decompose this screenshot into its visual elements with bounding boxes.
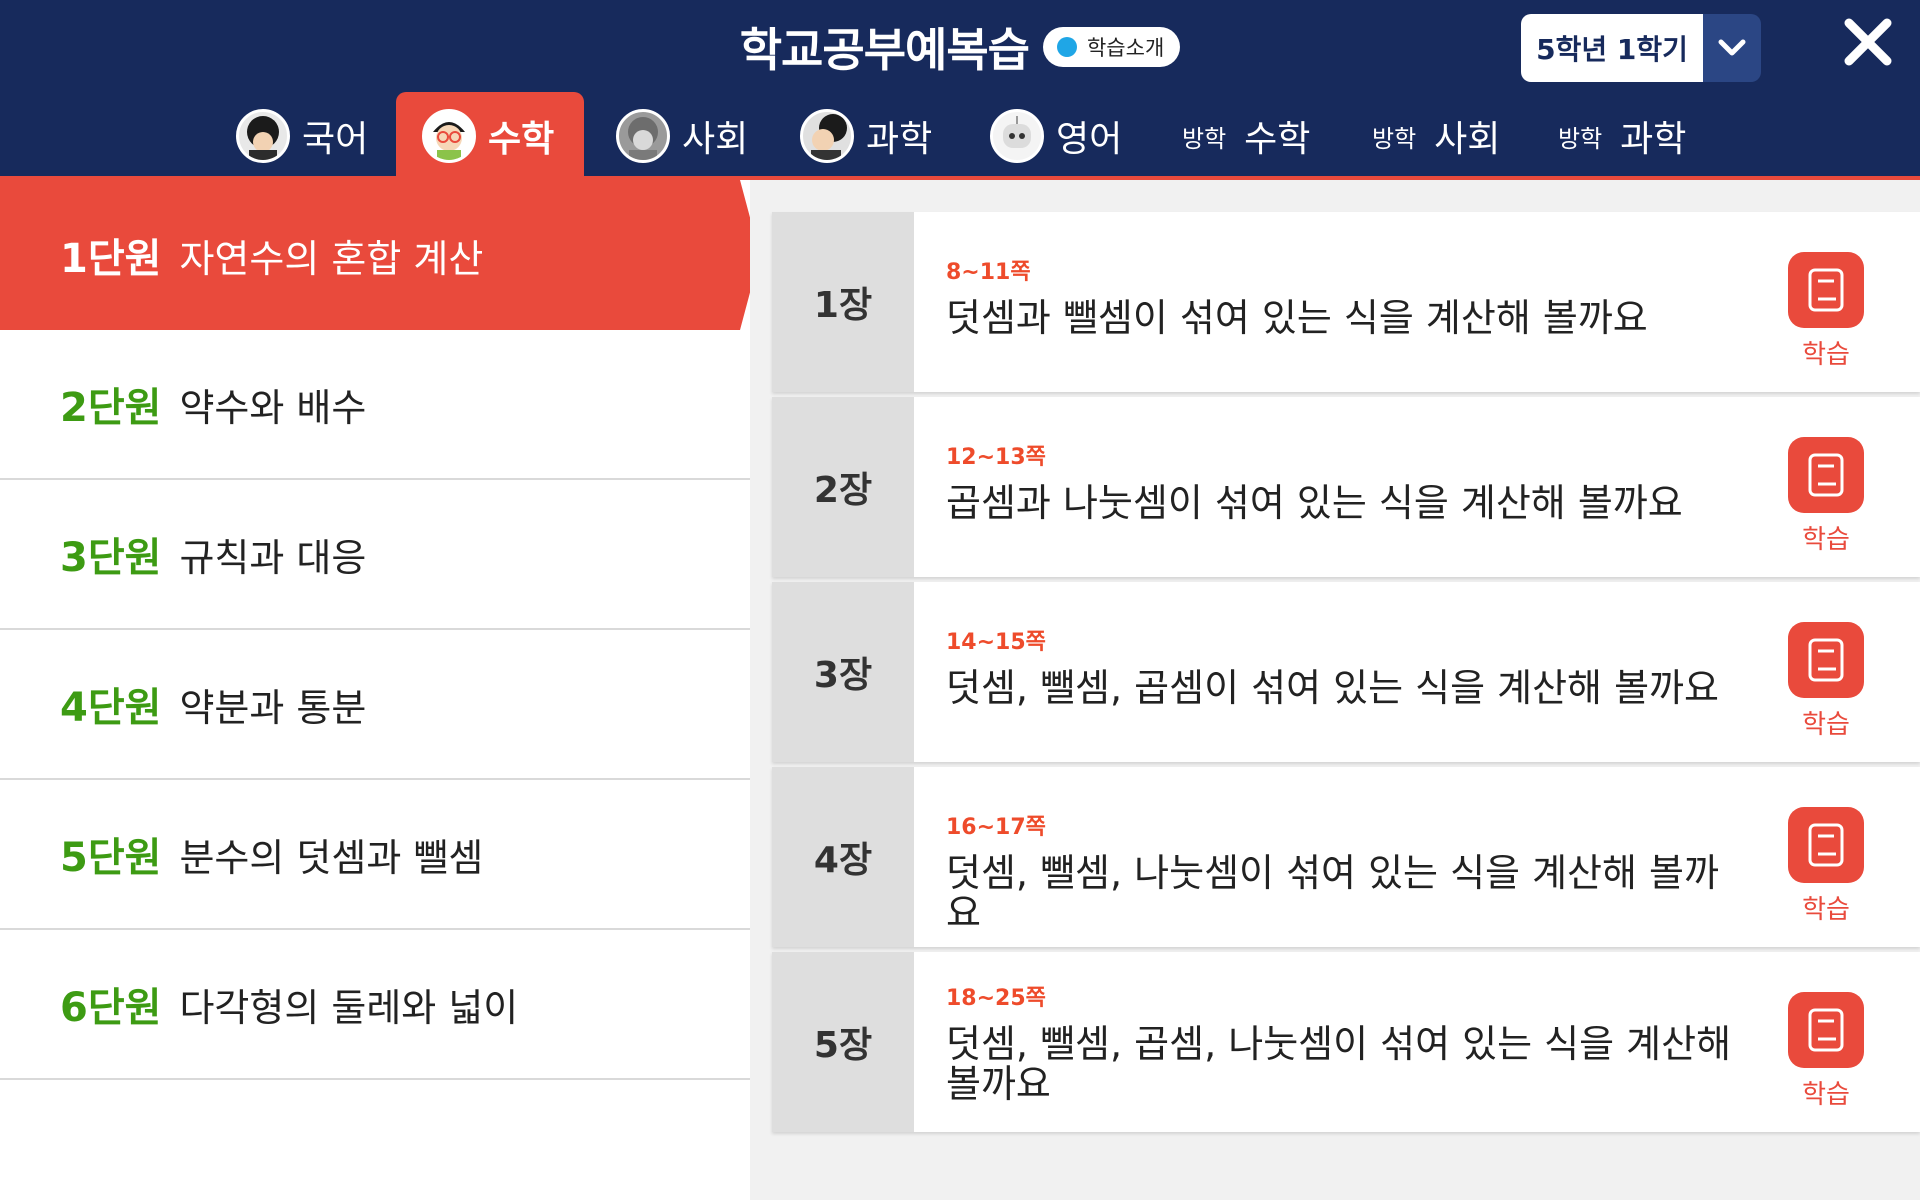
learn-button[interactable]: 학습 [1788,622,1864,741]
learn-button[interactable]: 학습 [1788,437,1864,556]
unit-title: 분수의 덧셈과 뺄셈 [179,835,484,880]
unit-item[interactable]: 5단원 분수의 덧셈과 뺄셈 [0,780,750,930]
unit-title: 규칙과 대응 [179,535,367,580]
chapter-body: 14~15쪽 덧셈, 뺄셈, 곱셈이 섞여 있는 식을 계산해 볼까요 학습 [914,582,1920,762]
unit-number: 5단원 [60,835,162,881]
grade-dropdown[interactable]: 5학년 1학기 [1521,14,1761,82]
unit-item[interactable]: 4단원 약분과 통분 [0,630,750,780]
unit-title: 다각형의 둘레와 넓이 [179,985,519,1030]
unit-number: 3단원 [60,535,162,581]
tab-label: 수학 [488,119,555,160]
learn-label: 학습 [1802,710,1850,740]
curly-avatar-icon [800,109,854,163]
book-icon [1788,437,1864,513]
chapter-pages: 16~17쪽 [946,815,1046,840]
unit-title: 자연수의 혼합 계산 [179,236,484,281]
chapter-number: 1장 [772,212,914,392]
learn-label: 학습 [1802,525,1850,555]
chapter-title: 덧셈, 뺄셈, 곱셈, 나눗셈이 섞여 있는 식을 계산해 볼까요 [946,1022,1732,1106]
tab-vacation-science[interactable]: 방학 과학 [1558,92,1686,180]
close-icon[interactable] [1840,14,1896,70]
chapter-row: 2장 12~13쪽 곱셈과 나눗셈이 섞여 있는 식을 계산해 볼까요 학습 [772,397,1920,577]
learn-label: 학습 [1802,1080,1850,1110]
tab-label: 수학 [1244,119,1311,160]
chapter-number: 5장 [772,952,914,1132]
tab-science[interactable]: 과학 [800,92,932,180]
unit-list: 1단원 자연수의 혼합 계산 2단원 약수와 배수 3단원 규칙과 대응 4단원… [0,180,760,1200]
chapter-body: 16~17쪽 덧셈, 뺄셈, 나눗셈이 섞여 있는 식을 계산해 볼까요 학습 [914,767,1920,947]
tab-label: 영어 [1056,119,1123,160]
top-header: 학교공부예복습 학습소개 5학년 1학기 국어 수학 사회 과학 영어 방학 수… [0,0,1920,180]
book-icon [1788,622,1864,698]
chapter-title: 덧셈과 뺄셈이 섞여 있는 식을 계산해 볼까요 [946,296,1648,340]
tab-korean[interactable]: 국어 [236,92,368,180]
subject-tabs: 국어 수학 사회 과학 영어 방학 수학 방학 사회 방학 과학 [0,92,1920,180]
unit-item[interactable]: 3단원 규칙과 대응 [0,480,750,630]
student-avatar-icon [236,109,290,163]
tab-english[interactable]: 영어 [990,92,1122,180]
glasses-avatar-icon [422,109,476,163]
unit-item[interactable]: 6단원 다각형의 둘레와 넓이 [0,930,750,1080]
chapter-pages: 8~11쪽 [946,260,1031,285]
chapter-row: 1장 8~11쪽 덧셈과 뺄셈이 섞여 있는 식을 계산해 볼까요 학습 [772,212,1920,392]
learn-button[interactable]: 학습 [1788,992,1864,1111]
tab-label: 사회 [682,119,749,160]
unit-item[interactable]: 1단원 자연수의 혼합 계산 [0,180,760,330]
chapter-number: 2장 [772,397,914,577]
tab-label: 과학 [1620,119,1687,160]
unit-number: 4단원 [60,685,162,731]
unit-number: 6단원 [60,985,162,1031]
unit-number: 2단원 [60,385,162,431]
chapter-title: 곱셈과 나눗셈이 섞여 있는 식을 계산해 볼까요 [946,481,1683,525]
learn-button[interactable]: 학습 [1788,252,1864,371]
tab-math[interactable]: 수학 [396,92,584,180]
chapter-number: 3장 [772,582,914,762]
grade-label: 5학년 1학기 [1521,14,1703,82]
chapter-panel: 1장 8~11쪽 덧셈과 뺄셈이 섞여 있는 식을 계산해 볼까요 학습 2장 … [750,180,1920,1200]
chapter-body: 12~13쪽 곱셈과 나눗셈이 섞여 있는 식을 계산해 볼까요 학습 [914,397,1920,577]
robot-avatar-icon [990,109,1044,163]
tab-vacation-social[interactable]: 방학 사회 [1372,92,1500,180]
chapter-pages: 14~15쪽 [946,630,1046,655]
intro-button[interactable]: 학습소개 [1042,27,1181,67]
app-title: 학교공부예복습 [739,23,1030,77]
book-icon [1788,252,1864,328]
intro-label: 학습소개 [1086,36,1165,60]
unit-item[interactable]: 2단원 약수와 배수 [0,330,750,480]
tab-label: 국어 [302,119,369,160]
chapter-title: 덧셈, 뺄셈, 곱셈이 섞여 있는 식을 계산해 볼까요 [946,666,1719,710]
tab-prefix: 방학 [1558,124,1603,153]
tab-prefix: 방학 [1182,124,1227,153]
info-dot-icon [1056,37,1077,57]
chapter-pages: 12~13쪽 [946,445,1046,470]
tab-label: 과학 [866,119,933,160]
chapter-body: 18~25쪽 덧셈, 뺄셈, 곱셈, 나눗셈이 섞여 있는 식을 계산해 볼까요… [914,952,1920,1132]
chapter-pages: 18~25쪽 [946,986,1046,1011]
tab-label: 사회 [1434,119,1501,160]
chapter-row: 5장 18~25쪽 덧셈, 뺄셈, 곱셈, 나눗셈이 섞여 있는 식을 계산해 … [772,952,1920,1132]
learn-label: 학습 [1802,895,1850,925]
chapter-row: 3장 14~15쪽 덧셈, 뺄셈, 곱셈이 섞여 있는 식을 계산해 볼까요 학… [772,582,1920,762]
book-icon [1788,992,1864,1068]
book-icon [1788,807,1864,883]
gray-avatar-icon [616,109,670,163]
chapter-body: 8~11쪽 덧셈과 뺄셈이 섞여 있는 식을 계산해 볼까요 학습 [914,212,1920,392]
tab-prefix: 방학 [1372,124,1417,153]
unit-title: 약분과 통분 [179,685,367,730]
learn-label: 학습 [1802,340,1850,370]
learn-button[interactable]: 학습 [1788,807,1864,926]
unit-title: 약수와 배수 [179,385,367,430]
chevron-down-icon[interactable] [1703,14,1761,82]
unit-number: 1단원 [60,236,162,282]
tab-vacation-math[interactable]: 방학 수학 [1182,92,1310,180]
chapter-row: 4장 16~17쪽 덧셈, 뺄셈, 나눗셈이 섞여 있는 식을 계산해 볼까요 … [772,767,1920,947]
tab-social[interactable]: 사회 [616,92,748,180]
chapter-number: 4장 [772,767,914,947]
chapter-title: 덧셈, 뺄셈, 나눗셈이 섞여 있는 식을 계산해 볼까요 [946,851,1719,935]
